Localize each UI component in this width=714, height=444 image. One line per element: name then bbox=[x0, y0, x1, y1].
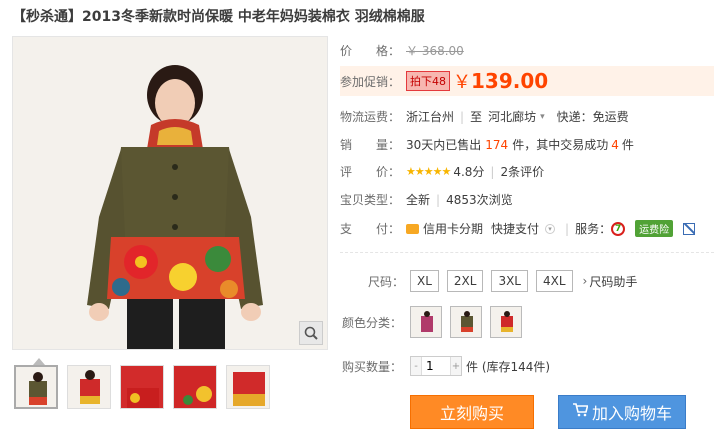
review-count-link[interactable]: 2条评价 bbox=[500, 163, 544, 180]
payment-label: 支 付： bbox=[340, 222, 401, 236]
quantity-stepper: - + bbox=[410, 356, 462, 376]
installment-link[interactable]: 信用卡分期 bbox=[423, 220, 483, 237]
color-swatch-army-green[interactable] bbox=[450, 306, 482, 338]
condition-value: 全新 bbox=[406, 193, 431, 207]
sales-middle: 件，其中交易成功 bbox=[512, 138, 609, 152]
increase-quantity-button[interactable]: + bbox=[451, 357, 461, 375]
sales-row: 销 量： 30天内已售出 174 件，其中交易成功 4 件 bbox=[340, 136, 634, 153]
shipping-label: 物流运费： bbox=[340, 110, 401, 124]
ship-to-location[interactable]: 河北廊坊 bbox=[488, 108, 536, 125]
discount-tag: 拍下48 bbox=[406, 71, 450, 91]
quick-pay-link[interactable]: 快捷支付 bbox=[491, 220, 539, 237]
thumbnail-strip bbox=[14, 365, 270, 409]
rating-label: 评 价： bbox=[340, 165, 401, 179]
price-row: 价 格： ￥ 368.00 bbox=[340, 42, 464, 59]
rating-stars-icon: ★★★★★ bbox=[406, 165, 451, 178]
chevron-right-icon: › bbox=[582, 274, 588, 288]
price-label: 价 格： bbox=[340, 44, 401, 58]
type-label: 宝贝类型： bbox=[340, 193, 401, 207]
more-payment-icon[interactable]: ▾ bbox=[545, 223, 556, 234]
size-helper-link[interactable]: 尺码助手 bbox=[589, 273, 637, 290]
sold-count: 174 bbox=[485, 137, 509, 152]
promo-row: 参加促销： 拍下48 ￥ 139.00 bbox=[340, 68, 548, 94]
promo-price: 139.00 bbox=[471, 69, 549, 93]
success-count: 4 bbox=[611, 137, 619, 152]
sales-label: 销 量： bbox=[340, 138, 401, 152]
magnifier-icon bbox=[304, 326, 318, 340]
view-count: 4853次浏览 bbox=[446, 193, 513, 207]
thumb-pointer-icon bbox=[33, 358, 45, 365]
add-to-cart-label: 加入购物车 bbox=[591, 404, 672, 423]
main-product-image[interactable] bbox=[12, 36, 328, 350]
color-swatch-red[interactable] bbox=[490, 306, 522, 338]
quantity-row: 购买数量： - + 件 (库存144件) bbox=[342, 356, 550, 376]
currency-symbol: ￥ bbox=[453, 72, 471, 93]
type-row: 宝贝类型： 全新 | 4853次浏览 bbox=[340, 192, 513, 208]
shopping-cart-icon bbox=[572, 403, 589, 421]
thumbnail-4[interactable] bbox=[173, 365, 217, 409]
size-row: 尺码： XL 2XL 3XL 4XL › 尺码助手 bbox=[368, 270, 637, 292]
sales-suffix: 件 bbox=[621, 138, 634, 152]
color-swatch-purple[interactable] bbox=[410, 306, 442, 338]
ship-from: 浙江台州 bbox=[406, 110, 455, 124]
seven-day-return-icon[interactable]: 7 bbox=[611, 221, 626, 236]
product-title: 【秒杀通】2013冬季新款时尚保暖 中老年妈妈装棉衣 羽绒棉棉服 bbox=[12, 9, 425, 25]
original-price: ￥ 368.00 bbox=[406, 44, 464, 58]
color-row: 颜色分类： bbox=[342, 306, 530, 338]
size-option-xl[interactable]: XL bbox=[410, 270, 439, 292]
size-option-3xl[interactable]: 3XL bbox=[491, 270, 528, 292]
zoom-button[interactable] bbox=[299, 321, 323, 345]
ship-to-prefix: 至 bbox=[470, 110, 483, 124]
payment-row: 支 付： 信用卡分期 快捷支付 ▾ | 服务： 7 运费险 bbox=[340, 220, 696, 237]
rating-score: 4.8分 bbox=[453, 165, 485, 179]
stock-text: 件 (库存144件) bbox=[466, 359, 551, 374]
consumer-protection-icon[interactable] bbox=[683, 222, 696, 235]
promo-label: 参加促销： bbox=[340, 74, 401, 89]
credit-card-icon bbox=[406, 223, 419, 234]
rating-row: 评 价： ★★★★★ 4.8分 | 2条评价 bbox=[340, 163, 545, 180]
buy-now-label: 立刻购买 bbox=[439, 404, 504, 423]
thumbnail-1[interactable] bbox=[14, 365, 58, 409]
quantity-label: 购买数量： bbox=[342, 359, 403, 374]
decrease-quantity-button[interactable]: - bbox=[411, 357, 421, 375]
size-label: 尺码： bbox=[368, 274, 405, 289]
shipping-insurance-badge[interactable]: 运费险 bbox=[635, 220, 674, 237]
chevron-down-icon[interactable]: ▾ bbox=[540, 112, 545, 122]
sales-prefix: 30天内已售出 bbox=[406, 138, 482, 152]
color-label: 颜色分类： bbox=[342, 315, 403, 330]
quantity-input[interactable] bbox=[421, 357, 451, 375]
thumbnail-5[interactable] bbox=[226, 365, 270, 409]
shipping-row: 物流运费： 浙江台州 | 至 河北廊坊 ▾ 快递：免运费 bbox=[340, 108, 629, 125]
section-divider bbox=[340, 252, 714, 253]
service-label: 服务： bbox=[575, 222, 612, 236]
add-to-cart-button[interactable]: 加入购物车 bbox=[558, 395, 686, 429]
size-option-4xl[interactable]: 4XL bbox=[536, 270, 573, 292]
size-option-2xl[interactable]: 2XL bbox=[446, 270, 484, 292]
buy-now-button[interactable]: 立刻购买 bbox=[410, 395, 534, 429]
model-illustration bbox=[13, 37, 327, 349]
shipping-fee: 快递：免运费 bbox=[556, 110, 629, 124]
thumbnail-3[interactable] bbox=[120, 365, 164, 409]
thumbnail-2[interactable] bbox=[67, 365, 111, 409]
